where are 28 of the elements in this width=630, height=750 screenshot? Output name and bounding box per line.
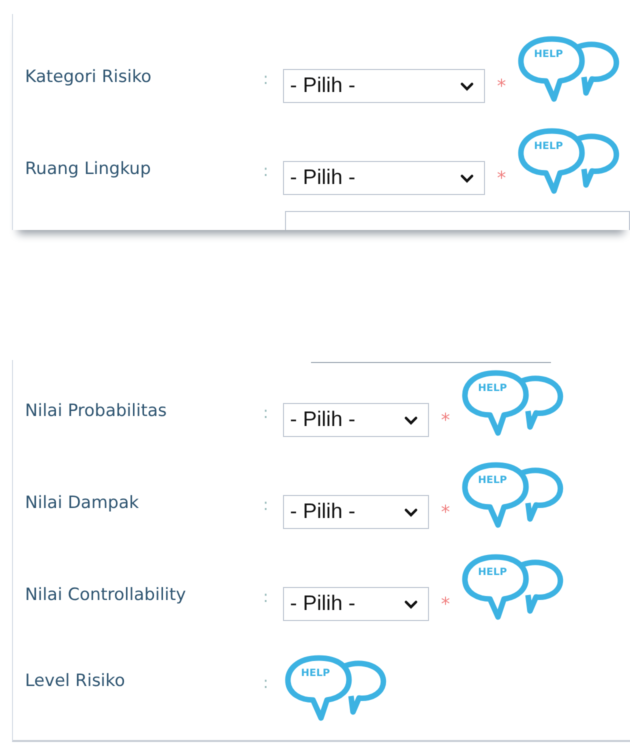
dropdown-select[interactable]: - Pilih - (283, 587, 429, 621)
dropdown-select[interactable]: - Pilih - (283, 161, 485, 195)
text-field[interactable] (285, 211, 630, 230)
colon-separator: : (263, 160, 270, 180)
field-label: Level Risiko (24, 670, 126, 693)
chevron-icon (460, 82, 474, 90)
required-asterisk: * (441, 502, 450, 522)
field-label: Ruang Lingkup (24, 158, 152, 181)
colon-separator: : (263, 402, 270, 422)
dropdown-select[interactable]: - Pilih - (283, 69, 485, 103)
dropdown-select[interactable]: - Pilih - (283, 403, 429, 437)
colon-separator: : (263, 494, 270, 514)
field-label: Kategori Risiko (24, 66, 152, 89)
chevron-icon (404, 508, 418, 516)
chevron-icon (460, 174, 474, 182)
required-asterisk: * (441, 410, 450, 430)
field-label: Nilai Dampak (24, 492, 140, 515)
required-asterisk: * (497, 168, 506, 188)
chevron-icon (404, 600, 418, 608)
required-asterisk: * (497, 76, 506, 96)
dropdown-select[interactable]: - Pilih - (283, 495, 429, 529)
colon-separator: : (263, 672, 270, 692)
required-asterisk: * (441, 594, 450, 614)
field-label: Nilai Probabilitas (24, 400, 168, 423)
colon-separator: : (263, 68, 270, 88)
colon-separator: : (263, 586, 270, 606)
chevron-icon (404, 416, 418, 424)
field-label: Nilai Controllability (24, 584, 187, 607)
